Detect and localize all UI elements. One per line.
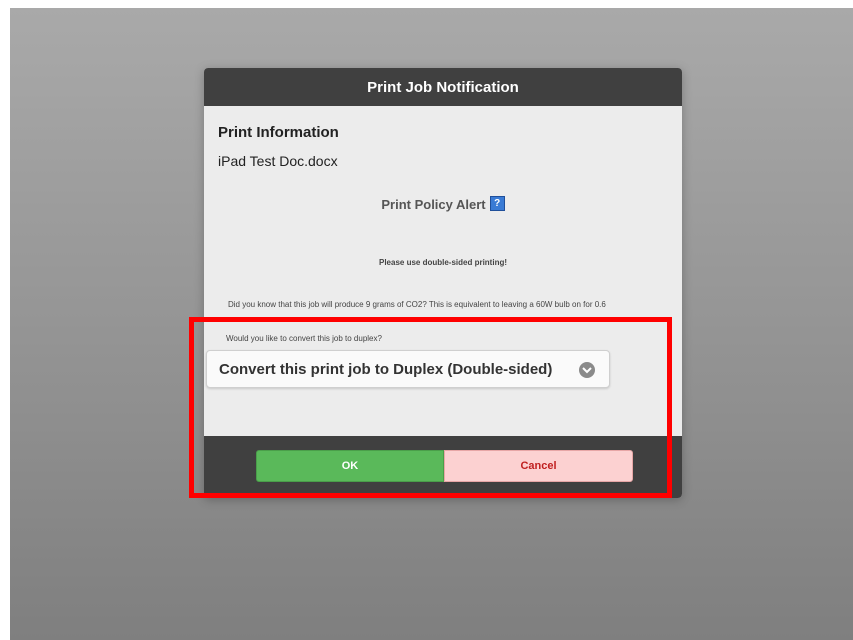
dialog-title: Print Job Notification xyxy=(367,78,519,96)
convert-question: Would you like to convert this job to du… xyxy=(226,334,382,343)
co2-info-text: Did you know that this job will produce … xyxy=(228,300,606,321)
cancel-button[interactable]: Cancel xyxy=(444,450,633,482)
duplex-select-value: Convert this print job to Duplex (Double… xyxy=(219,360,553,378)
dialog-header: Print Job Notification xyxy=(204,68,682,106)
document-name: iPad Test Doc.docx xyxy=(218,153,338,169)
help-icon[interactable]: ? xyxy=(489,196,505,211)
print-job-dialog: Print Job Notification Print Information… xyxy=(204,68,682,498)
print-information-heading: Print Information xyxy=(218,124,339,141)
background-screen: Print Job Notification Print Information… xyxy=(10,8,853,640)
chevron-down-icon[interactable] xyxy=(579,362,595,378)
policy-alert-title: Print Policy Alert xyxy=(381,197,486,212)
policy-message: Please use double-sided printing! xyxy=(378,258,508,267)
ok-button[interactable]: OK xyxy=(256,450,444,482)
dialog-footer: OK Cancel xyxy=(204,436,682,498)
duplex-select[interactable]: Convert this print job to Duplex (Double… xyxy=(206,350,610,388)
policy-alert-heading: Print Policy Alert? xyxy=(204,196,682,212)
